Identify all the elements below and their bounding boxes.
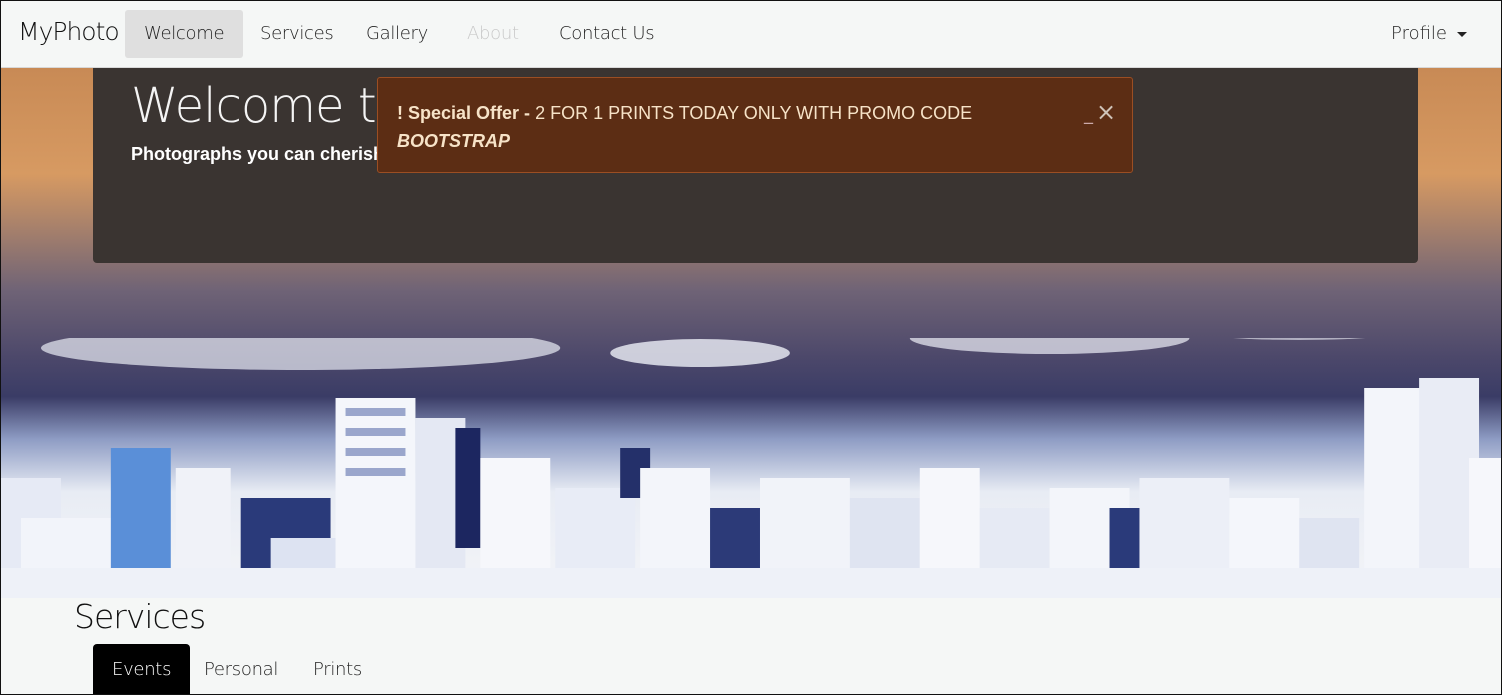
navbar: MyPhoto Welcome Services Gallery About C… xyxy=(1,1,1501,68)
nav-services[interactable]: Services xyxy=(241,10,353,58)
nav-about: About xyxy=(467,23,519,44)
nav-contact[interactable]: Contact Us xyxy=(540,10,673,58)
alert-prefix: Special Offer - xyxy=(408,103,536,123)
alert-message: ! Special Offer - 2 FOR 1 PRINTS TODAY O… xyxy=(397,99,1077,155)
nav-gallery[interactable]: Gallery xyxy=(347,10,447,58)
tab-prints[interactable]: Prints xyxy=(294,644,381,694)
profile-label: Profile xyxy=(1391,23,1447,44)
browser-viewport: MyPhoto Welcome Services Gallery About C… xyxy=(0,0,1502,695)
hero-title: Welcome to xyxy=(131,78,405,134)
minimize-icon[interactable]: _ xyxy=(1084,104,1093,125)
city-skyline-image xyxy=(1,338,1501,598)
brand-logo[interactable]: MyPhoto xyxy=(18,17,120,46)
profile-dropdown[interactable]: Profile xyxy=(1391,10,1467,58)
hero-subtitle: Photographs you can cherish! xyxy=(131,144,391,164)
tab-personal[interactable]: Personal xyxy=(185,644,297,694)
services-tabs: Events Personal Prints xyxy=(93,644,1419,694)
alert-promo-code: BOOTSTRAP xyxy=(397,131,511,151)
tab-events[interactable]: Events xyxy=(93,644,191,694)
nav-welcome[interactable]: Welcome xyxy=(125,10,244,58)
close-icon[interactable]: × xyxy=(1096,98,1116,126)
alert-body: 2 FOR 1 PRINTS TODAY ONLY WITH PROMO COD… xyxy=(535,103,973,123)
caret-down-icon xyxy=(1457,31,1467,37)
alert-icon: ! xyxy=(397,103,403,123)
special-offer-alert: ! Special Offer - 2 FOR 1 PRINTS TODAY O… xyxy=(377,77,1133,173)
services-heading: Services xyxy=(74,597,206,636)
